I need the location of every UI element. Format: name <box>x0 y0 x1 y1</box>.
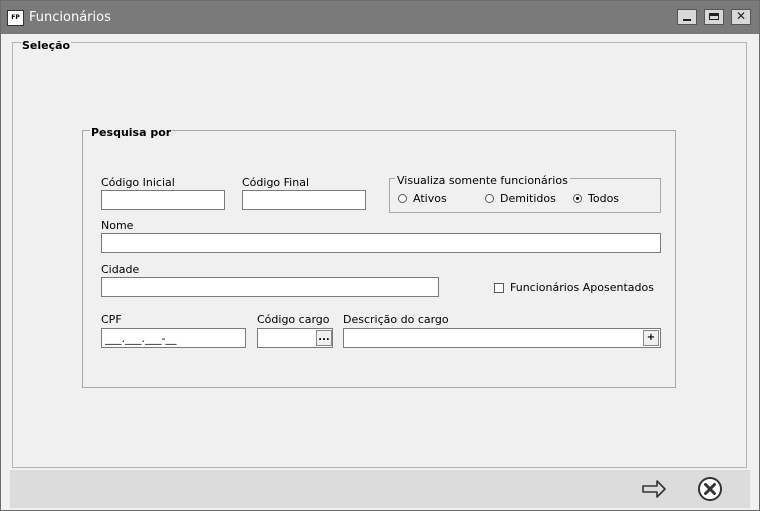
aposentados-checkbox[interactable] <box>494 282 504 293</box>
cpf-label: CPF <box>101 313 122 326</box>
minimize-icon <box>683 19 691 21</box>
selecao-legend: Seleção <box>21 39 72 52</box>
radio-ativos-circle[interactable] <box>398 194 407 203</box>
close-button[interactable]: ✕ <box>731 9 751 25</box>
codigo-final-label: Código Final <box>242 176 310 189</box>
cancel-button[interactable] <box>697 476 723 502</box>
radio-todos[interactable]: Todos <box>573 192 619 205</box>
radio-demitidos-label: Demitidos <box>500 192 556 205</box>
codigo-cargo-input[interactable]: ... <box>257 328 333 348</box>
maximize-button[interactable] <box>704 9 724 25</box>
radio-demitidos-circle[interactable] <box>485 194 494 203</box>
confirm-button[interactable] <box>641 478 667 500</box>
cpf-input[interactable] <box>101 328 246 348</box>
cidade-input[interactable] <box>101 277 439 297</box>
pesquisa-group: Pesquisa por <box>82 126 676 388</box>
close-icon: ✕ <box>735 9 747 23</box>
descricao-cargo-label: Descrição do cargo <box>343 313 449 326</box>
codigo-cargo-label: Código cargo <box>257 313 330 326</box>
codigo-final-input[interactable] <box>242 190 366 210</box>
pesquisa-legend: Pesquisa por <box>90 126 173 139</box>
descricao-cargo-add-button[interactable]: + <box>643 330 659 346</box>
codigo-inicial-input[interactable] <box>101 190 225 210</box>
radio-demitidos[interactable]: Demitidos <box>485 192 556 205</box>
nome-input[interactable] <box>101 233 661 253</box>
radio-ativos[interactable]: Ativos <box>398 192 447 205</box>
cancel-circle-icon <box>698 477 722 501</box>
cidade-label: Cidade <box>101 263 140 276</box>
codigo-cargo-lookup-button[interactable]: ... <box>316 330 332 346</box>
aposentados-label: Funcionários Aposentados <box>510 281 654 294</box>
maximize-icon <box>709 13 719 20</box>
radio-todos-circle[interactable] <box>573 194 582 203</box>
aposentados-row[interactable]: Funcionários Aposentados <box>494 281 654 294</box>
descricao-cargo-input[interactable]: + <box>343 328 661 348</box>
footer-bar <box>10 470 750 508</box>
nome-label: Nome <box>101 219 134 232</box>
visualiza-group: Visualiza somente funcionários Ativos De… <box>389 174 661 213</box>
app-icon: FP <box>7 10 24 26</box>
radio-todos-label: Todos <box>588 192 620 205</box>
window-title: Funcionários <box>29 10 111 25</box>
visualiza-legend: Visualiza somente funcionários <box>395 174 570 187</box>
minimize-button[interactable] <box>677 9 697 25</box>
title-bar[interactable]: FP Funcionários ✕ <box>1 1 759 34</box>
radio-ativos-label: Ativos <box>413 192 447 205</box>
arrow-right-icon <box>642 480 666 498</box>
codigo-inicial-label: Código Inicial <box>101 176 175 189</box>
